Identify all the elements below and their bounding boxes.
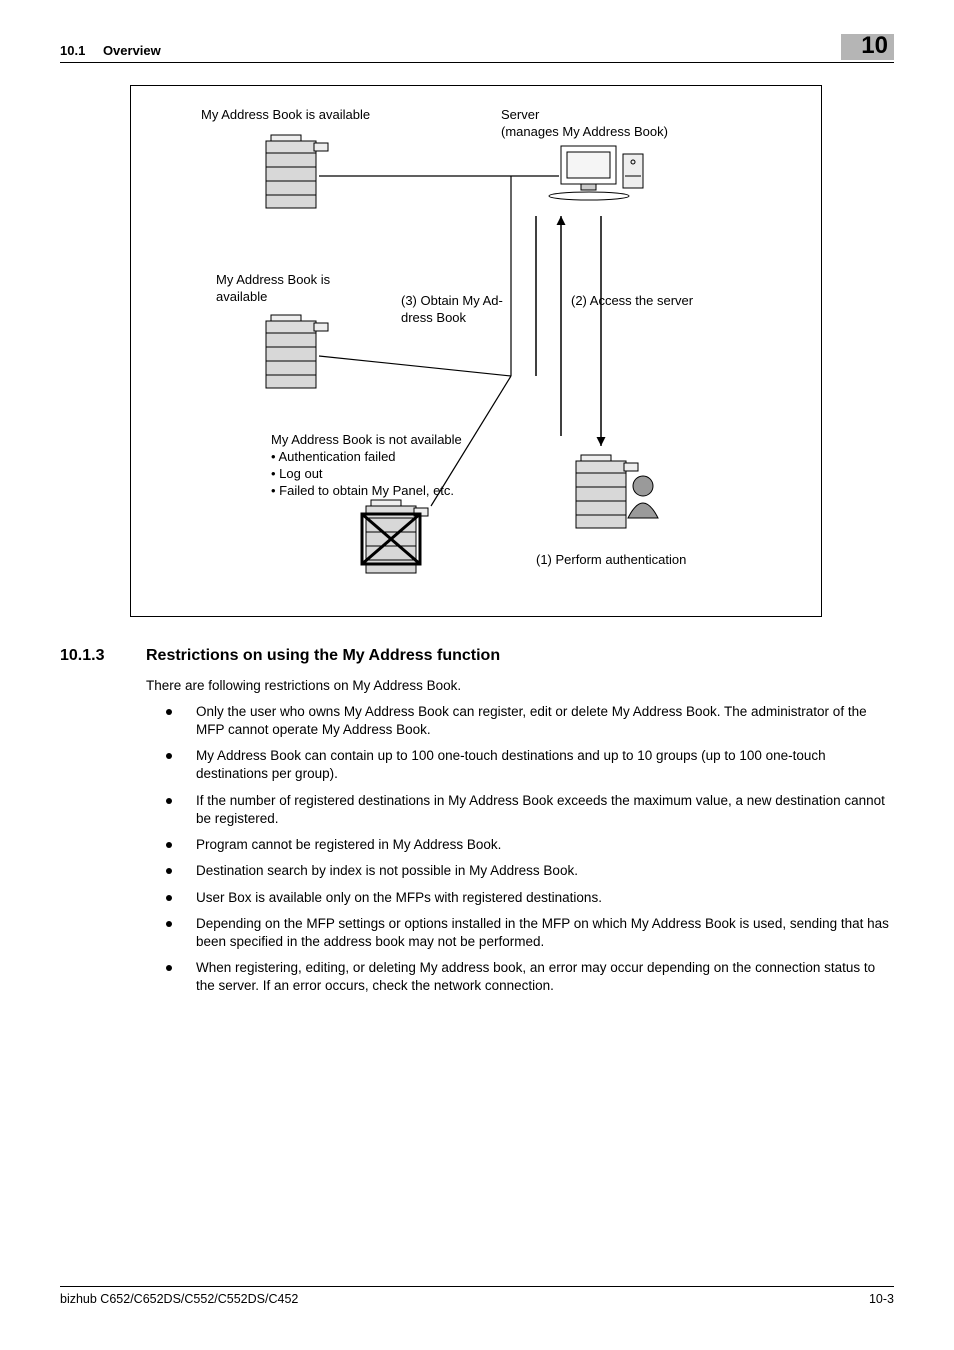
list-item: If the number of registered destinations… [166,792,894,828]
list-item: Program cannot be registered in My Addre… [166,836,894,854]
list-item: Destination search by index is not possi… [166,862,894,880]
chapter-badge: 10 [841,34,894,60]
list-item: Only the user who owns My Address Book c… [166,703,894,739]
footer: bizhub C652/C652DS/C552/C552DS/C452 10-3 [60,1286,894,1308]
header-left: 10.1 Overview [60,42,161,60]
section-title: Restrictions on using the My Address fun… [146,645,500,667]
list-item: My Address Book can contain up to 100 on… [166,747,894,783]
diagram: My Address Book is available Server (man… [130,85,822,617]
page: 10.1 Overview 10 My Address Book is avai… [0,0,954,1350]
list-item: When registering, editing, or deleting M… [166,959,894,995]
footer-left: bizhub C652/C652DS/C552/C552DS/C452 [60,1291,298,1308]
section-body: There are following restrictions on My A… [146,677,894,996]
header-section-number: 10.1 [60,43,85,58]
header-section-title: Overview [103,43,161,58]
list-item: User Box is available only on the MFPs w… [166,889,894,907]
restriction-list: Only the user who owns My Address Book c… [146,703,894,996]
running-header: 10.1 Overview 10 [60,34,894,63]
section-number: 10.1.3 [60,645,120,667]
section-intro: There are following restrictions on My A… [146,677,894,695]
section: 10.1.3 Restrictions on using the My Addr… [60,645,894,996]
list-item: Depending on the MFP settings or options… [166,915,894,951]
diagram-svg [131,86,821,616]
server-icon [549,146,643,200]
diagram-container: My Address Book is available Server (man… [130,85,894,617]
user-icon [628,476,658,518]
footer-right: 10-3 [869,1291,894,1308]
mfp-icon [266,315,328,388]
mfp-icon [266,135,328,208]
mfp-unavailable-icon [362,500,428,573]
